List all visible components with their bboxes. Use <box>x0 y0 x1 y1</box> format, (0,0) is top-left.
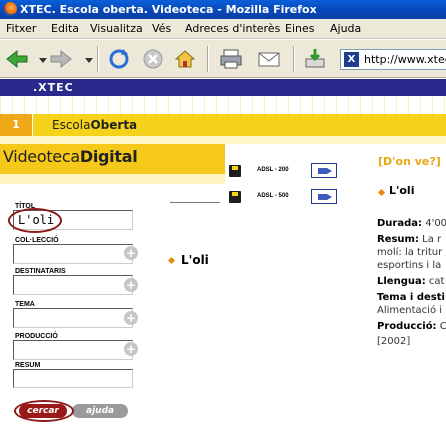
navigation-toolbar: X http://www.xtec <box>0 40 446 78</box>
window-title: XTEC. Escola oberta. Videoteca - Mozilla… <box>20 3 317 16</box>
menu-visualitza[interactable]: Visualitza <box>90 19 143 39</box>
toolbar-separator <box>293 46 295 72</box>
download-row: ADSL - 500 <box>229 189 344 207</box>
forward-dropdown-icon[interactable] <box>76 47 93 71</box>
topic-input[interactable] <box>13 308 133 328</box>
browser-window: XTEC. Escola oberta. Videoteca - Mozilla… <box>0 0 446 424</box>
decorative-grid <box>0 96 446 114</box>
language-line: Llengua: cat <box>377 275 444 288</box>
summary-line-2: molí: la tritur <box>377 247 443 258</box>
production-add-icon[interactable]: + <box>124 342 138 356</box>
collection-add-icon[interactable]: + <box>124 246 138 260</box>
header-strip <box>0 174 225 184</box>
production-line: Producció: C <box>377 320 446 333</box>
collection-label: COL·LECCIÓ <box>15 237 59 244</box>
collection-input[interactable] <box>13 244 133 264</box>
toolbar-separator <box>97 46 99 72</box>
menu-bar: Fitxer Edita Visualitza Vés Adreces d'in… <box>0 19 446 39</box>
title-highlight-ring <box>8 208 62 233</box>
summary-line-3: esportins i la <box>377 260 442 271</box>
production-detail-value: C <box>439 321 446 332</box>
videoteca-title-light: Videoteca <box>3 147 80 166</box>
back-dropdown-icon[interactable] <box>30 47 47 71</box>
year-line: [2002] <box>377 336 411 347</box>
recipients-add-icon[interactable]: + <box>124 278 138 292</box>
summary-detail-label: Resum: <box>377 234 419 245</box>
section-bar: 1 EscolaOberta <box>0 114 446 136</box>
reload-icon[interactable] <box>106 47 132 71</box>
summary-line: Resum: La r <box>377 233 441 246</box>
home-icon[interactable] <box>172 47 198 71</box>
language-label: Llengua: <box>377 276 426 287</box>
menu-adreces[interactable]: Adreces d'interès <box>185 19 280 39</box>
download-row: ADSL - 200 <box>229 163 344 181</box>
videoteca-header: VideotecaDigital <box>0 144 225 174</box>
menu-ves[interactable]: Vés <box>152 19 171 39</box>
xtec-logo[interactable]: .XTEC <box>33 79 74 96</box>
menu-edita[interactable]: Edita <box>51 19 79 39</box>
stop-icon[interactable] <box>140 47 166 71</box>
production-detail-label: Producció: <box>377 321 437 332</box>
search-highlight-ring <box>14 400 74 422</box>
detail-title: L'oli <box>389 184 415 197</box>
download-quality-label: ADSL - 500 <box>257 193 289 199</box>
result-title[interactable]: L'oli <box>181 253 209 267</box>
bullet-icon <box>167 256 176 265</box>
title-bar: XTEC. Escola oberta. Videoteca - Mozilla… <box>0 0 446 19</box>
section-brand-light: Escola <box>52 118 91 132</box>
videoteca-title: VideotecaDigital <box>3 147 138 166</box>
xtec-bar: .XTEC <box>0 79 446 96</box>
topic-line-2: Alimentació i <box>377 305 443 316</box>
duration-label: Durada: <box>377 218 423 229</box>
menu-fitxer[interactable]: Fitxer <box>6 19 36 39</box>
save-disk-icon[interactable] <box>229 165 241 177</box>
section-brand[interactable]: EscolaOberta <box>52 114 137 136</box>
url-text[interactable]: http://www.xtec <box>364 50 446 69</box>
site-favicon-icon: X <box>344 52 359 67</box>
mail-icon[interactable] <box>256 47 282 71</box>
language-value: cat <box>428 276 445 287</box>
help-button[interactable]: ajuda <box>72 404 128 418</box>
menu-eines[interactable]: Eines <box>285 19 314 39</box>
download-quality-label: ADSL - 200 <box>257 167 289 173</box>
firefox-logo-icon <box>3 2 17 16</box>
duration-line: Durada: 4'00 <box>377 217 446 230</box>
summary-label: RESUM <box>15 362 41 369</box>
duration-value: 4'00 <box>425 218 446 229</box>
menu-ajuda[interactable]: Ajuda <box>330 19 361 39</box>
recipients-input[interactable] <box>13 275 133 295</box>
section-brand-bold: Oberta <box>90 118 138 132</box>
production-input[interactable] <box>13 340 133 360</box>
topic-label: TEMA <box>15 301 35 308</box>
print-icon[interactable] <box>218 47 244 71</box>
toolbar-separator <box>207 46 209 72</box>
topic-line: Tema i desti <box>377 291 445 304</box>
origin-link[interactable]: [D'on ve?] <box>378 155 441 168</box>
results-divider <box>170 202 220 203</box>
save-disk-icon[interactable] <box>229 191 241 203</box>
video-camera-icon[interactable] <box>311 163 337 178</box>
video-camera-icon[interactable] <box>311 189 337 204</box>
back-icon[interactable] <box>4 47 30 71</box>
recipients-label: DESTINATARIS <box>15 268 66 275</box>
forward-icon[interactable] <box>48 47 74 71</box>
production-label: PRODUCCIÓ <box>15 333 58 340</box>
videoteca-title-bold: Digital <box>79 147 138 166</box>
download-icon[interactable] <box>302 47 328 71</box>
summary-input[interactable] <box>13 369 133 388</box>
summary-detail-value: La r <box>422 234 442 245</box>
section-number: 1 <box>0 114 33 136</box>
topic-detail-label: Tema i desti <box>377 292 445 303</box>
topic-add-icon[interactable]: + <box>124 311 138 325</box>
url-bar[interactable]: X http://www.xtec <box>340 49 446 70</box>
light-band <box>0 136 446 144</box>
